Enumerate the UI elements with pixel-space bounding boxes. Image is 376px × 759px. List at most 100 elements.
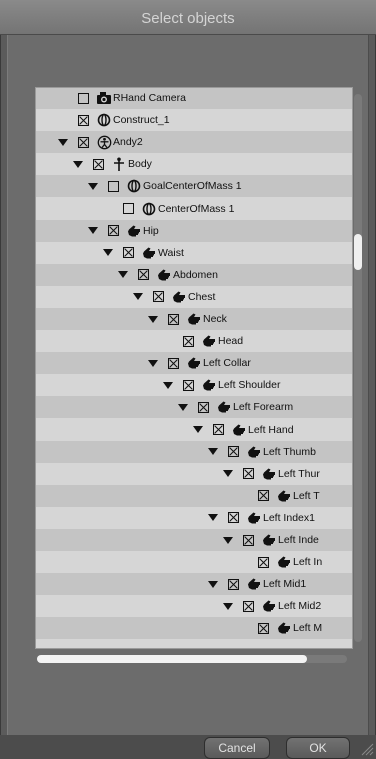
cancel-button[interactable]: Cancel: [204, 737, 270, 759]
tree-row[interactable]: Left Collar: [36, 352, 352, 375]
hand-icon: [276, 488, 292, 504]
row-checkbox[interactable]: [213, 419, 224, 441]
ok-button[interactable]: OK: [286, 737, 350, 759]
expand-triangle-icon[interactable]: [223, 463, 233, 485]
row-checkbox[interactable]: [228, 573, 239, 595]
tree-row[interactable]: Left Index1: [36, 506, 352, 529]
row-checkbox[interactable]: [198, 396, 209, 418]
tree-row[interactable]: Waist: [36, 241, 352, 264]
hand-icon: [186, 355, 202, 371]
tree-row[interactable]: Left Mid2: [36, 595, 352, 618]
tree-row[interactable]: Andy2: [36, 131, 352, 154]
row-checkbox[interactable]: [258, 485, 269, 507]
expand-triangle-icon[interactable]: [208, 441, 218, 463]
tree-row[interactable]: Left T: [36, 484, 352, 507]
tree-row[interactable]: CenterOfMass 1: [36, 197, 352, 220]
row-checkbox[interactable]: [123, 198, 134, 220]
tree-row[interactable]: Neck: [36, 308, 352, 330]
construct-icon: [141, 201, 157, 217]
expand-triangle-icon[interactable]: [118, 264, 128, 286]
row-checkbox[interactable]: [93, 153, 104, 175]
expand-triangle-icon[interactable]: [193, 419, 203, 441]
expand-triangle-icon[interactable]: [148, 308, 158, 330]
row-checkbox[interactable]: [123, 242, 134, 264]
tree-row[interactable]: Abdomen: [36, 263, 352, 286]
row-checkbox[interactable]: [168, 352, 179, 374]
tree-row[interactable]: Head: [36, 330, 352, 353]
tree-row[interactable]: Left In: [36, 551, 352, 574]
expand-triangle-icon[interactable]: [208, 573, 218, 595]
row-checkbox[interactable]: [108, 175, 119, 197]
tree-row[interactable]: Chest: [36, 285, 352, 308]
tree-row[interactable]: Left Mid1: [36, 573, 352, 596]
row-label: Left T: [293, 489, 320, 502]
tree-row[interactable]: Left Thumb: [36, 440, 352, 463]
hand-icon: [201, 333, 217, 349]
row-checkbox[interactable]: [243, 595, 254, 617]
hand-icon: [261, 466, 277, 482]
row-label: Left Shoulder: [218, 379, 281, 392]
row-label: Andy2: [113, 136, 143, 149]
tree-row[interactable]: Left Inde: [36, 529, 352, 551]
hand-icon: [141, 245, 157, 261]
row-checkbox[interactable]: [138, 264, 149, 286]
row-checkbox[interactable]: [258, 551, 269, 573]
row-checkbox[interactable]: [228, 507, 239, 529]
row-checkbox[interactable]: [78, 109, 89, 131]
vertical-scroll-thumb[interactable]: [354, 234, 362, 270]
row-checkbox[interactable]: [78, 131, 89, 153]
hand-icon: [201, 377, 217, 393]
expand-triangle-icon[interactable]: [88, 175, 98, 197]
expand-triangle-icon[interactable]: [73, 153, 83, 175]
row-checkbox[interactable]: [228, 441, 239, 463]
row-checkbox[interactable]: [258, 617, 269, 639]
hand-icon: [276, 620, 292, 636]
vertical-scrollbar[interactable]: [354, 94, 362, 642]
hand-icon: [156, 267, 172, 283]
row-checkbox[interactable]: [183, 330, 194, 352]
row-label: Left Collar: [203, 357, 251, 370]
row-checkbox[interactable]: [153, 286, 164, 308]
horizontal-scroll-thumb[interactable]: [37, 655, 307, 663]
row-checkbox[interactable]: [183, 374, 194, 396]
row-label: Left Thur: [278, 467, 320, 480]
expand-triangle-icon[interactable]: [163, 374, 173, 396]
row-label: Left Mid1: [263, 578, 307, 591]
hand-icon: [171, 289, 187, 305]
construct-icon: [96, 112, 112, 128]
row-checkbox[interactable]: [243, 463, 254, 485]
tree-row[interactable]: Construct_1: [36, 109, 352, 132]
expand-triangle-icon[interactable]: [88, 220, 98, 242]
select-objects-dialog: Select objects RHand Camera Construct_1 An…: [0, 0, 376, 759]
dialog-title: Select objects: [141, 10, 235, 27]
tree-row[interactable]: Left Thur: [36, 462, 352, 485]
row-checkbox[interactable]: [243, 529, 254, 551]
row-label: Left Thumb: [263, 445, 316, 458]
expand-triangle-icon[interactable]: [223, 595, 233, 617]
hand-icon: [261, 598, 277, 614]
horizontal-scrollbar[interactable]: [37, 655, 347, 663]
row-label: GoalCenterOfMass 1: [143, 180, 242, 193]
resize-grip-icon[interactable]: [360, 740, 374, 756]
tree-row[interactable]: Left Hand: [36, 418, 352, 441]
hand-icon: [231, 422, 247, 438]
row-checkbox[interactable]: [108, 220, 119, 242]
expand-triangle-icon[interactable]: [103, 242, 113, 264]
expand-triangle-icon[interactable]: [178, 396, 188, 418]
expand-triangle-icon[interactable]: [208, 507, 218, 529]
row-checkbox[interactable]: [168, 308, 179, 330]
tree-row[interactable]: Left Forearm: [36, 396, 352, 419]
row-checkbox[interactable]: [78, 88, 89, 109]
tree-row[interactable]: Left Shoulder: [36, 374, 352, 397]
tree-row[interactable]: RHand Camera: [36, 88, 352, 109]
tree-row[interactable]: GoalCenterOfMass 1: [36, 175, 352, 198]
tree-row[interactable]: Left M: [36, 617, 352, 640]
expand-triangle-icon[interactable]: [58, 131, 68, 153]
object-tree[interactable]: RHand Camera Construct_1 Andy2 Body GoalCent…: [35, 87, 353, 649]
tree-row[interactable]: Body: [36, 153, 352, 176]
expand-triangle-icon[interactable]: [133, 286, 143, 308]
row-label: Body: [128, 158, 152, 171]
tree-row[interactable]: Hip: [36, 219, 352, 242]
expand-triangle-icon[interactable]: [148, 352, 158, 374]
expand-triangle-icon[interactable]: [223, 529, 233, 551]
